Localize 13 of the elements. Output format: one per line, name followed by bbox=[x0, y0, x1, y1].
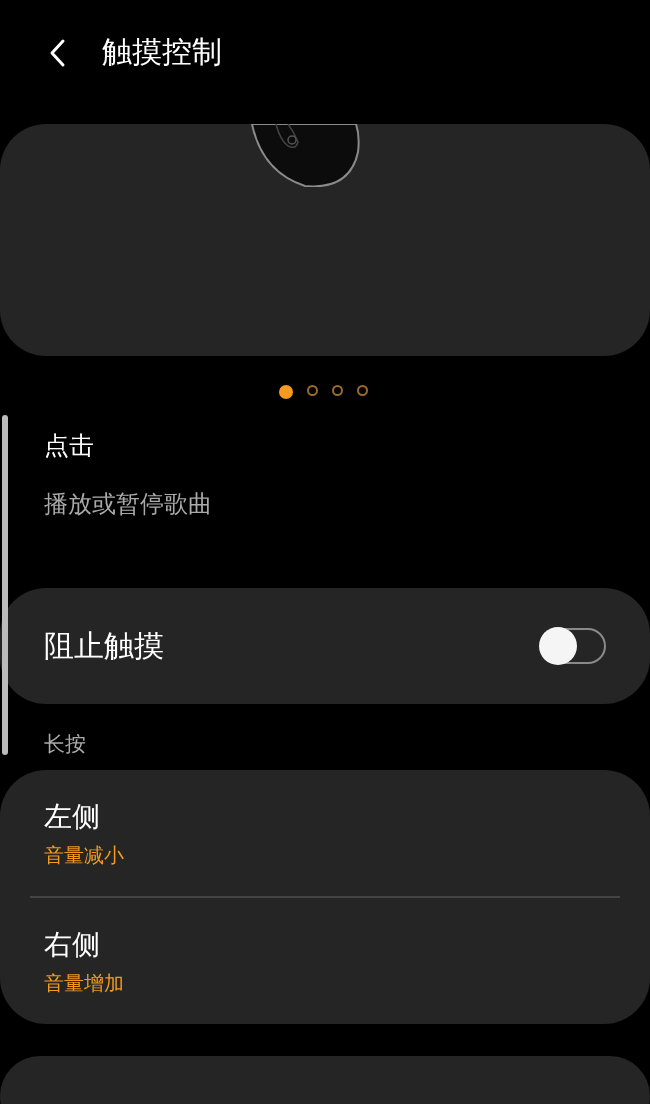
section-heading: 长按 bbox=[43, 731, 87, 758]
page-indicator-dot[interactable] bbox=[306, 385, 318, 396]
page-indicator-dot[interactable] bbox=[331, 385, 343, 396]
long-press-item[interactable]: 右侧 音量增加 bbox=[0, 898, 650, 1024]
section-title: 点击 bbox=[44, 430, 95, 462]
toggle-switch[interactable] bbox=[540, 628, 606, 664]
page-title: 触摸控制 bbox=[102, 33, 222, 71]
tap-description: 播放或暂停歌曲 bbox=[44, 489, 213, 520]
back-icon[interactable] bbox=[48, 37, 66, 68]
long-press-item[interactable]: 左侧 音量减小 bbox=[0, 770, 650, 896]
page-indicator-dot[interactable] bbox=[278, 385, 293, 399]
setting-label: 阻止触摸 bbox=[44, 626, 164, 665]
page-indicator-dot[interactable] bbox=[356, 385, 368, 396]
